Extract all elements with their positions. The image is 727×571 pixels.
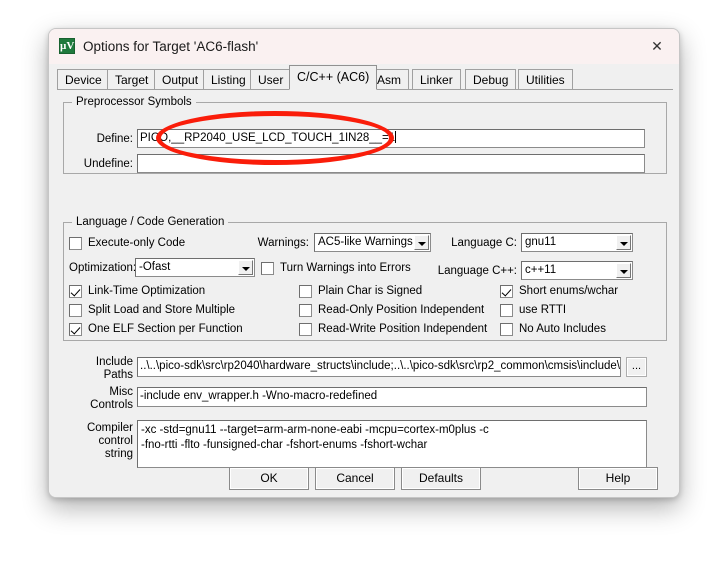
language-cpp-value: c++11 <box>525 264 557 276</box>
tab-listing[interactable]: Listing <box>203 69 254 89</box>
tab-user[interactable]: User <box>250 69 292 89</box>
undefine-label: Undefine: <box>83 158 133 170</box>
link-time-optimization-checkbox-box <box>69 285 82 298</box>
dialog-title: Options for Target 'AC6-flash' <box>83 39 259 54</box>
screen: µV Options for Target 'AC6-flash' ✕ Devi… <box>0 0 727 571</box>
tab-c-cpp-ac6[interactable]: C/C++ (AC6) <box>289 65 378 90</box>
use-rtti-checkbox-box <box>500 304 513 317</box>
short-enums-wchar-label: Short enums/wchar <box>519 285 619 297</box>
one-elf-section-label: One ELF Section per Function <box>88 323 243 335</box>
include-paths-input[interactable]: ..\..\pico-sdk\src\rp2040\hardware_struc… <box>137 357 621 377</box>
language-c-value: gnu11 <box>525 236 557 248</box>
language-cpp-label: Language C++: <box>437 265 517 277</box>
no-auto-includes-checkbox-box <box>500 323 513 336</box>
compiler-control-label-line1: Compiler <box>86 422 133 434</box>
read-only-position-independent-label: Read-Only Position Independent <box>318 304 485 316</box>
turn-warnings-into-errors-checkbox-box <box>261 262 274 275</box>
define-input[interactable]: PICO,__RP2040_USE_LCD_TOUCH_1IN28__=1 <box>137 129 645 148</box>
uvision-icon-glyph: µV <box>60 40 75 52</box>
turn-warnings-into-errors-label: Turn Warnings into Errors <box>280 262 411 274</box>
misc-controls-input[interactable]: -include env_wrapper.h -Wno-macro-redefi… <box>137 387 647 407</box>
cancel-button[interactable]: Cancel <box>315 467 395 490</box>
text-caret <box>395 131 397 143</box>
tab-debug[interactable]: Debug <box>465 69 517 89</box>
optimization-label: Optimization: <box>69 262 137 274</box>
plain-char-is-signed-label: Plain Char is Signed <box>318 285 423 297</box>
help-button[interactable]: Help <box>578 467 658 490</box>
misc-controls-label-line1: Misc <box>109 386 133 398</box>
compiler-control-string-input[interactable]: -xc -std=gnu11 --target=arm-arm-none-eab… <box>137 420 647 468</box>
tab-utilities[interactable]: Utilities <box>518 69 573 89</box>
preprocessor-group-title: Preprocessor Symbols <box>72 96 196 108</box>
tab-target[interactable]: Target <box>107 69 157 89</box>
language-c-combo[interactable]: gnu11 <box>521 233 633 252</box>
optimization-combo[interactable]: -Ofast <box>135 258 255 277</box>
chevron-down-icon[interactable] <box>414 235 429 250</box>
options-dialog: µV Options for Target 'AC6-flash' ✕ Devi… <box>48 28 680 498</box>
misc-controls-label-line2: Controls <box>90 399 133 411</box>
include-paths-label-line2: Paths <box>103 369 133 381</box>
uvision-icon: µV <box>59 38 75 54</box>
chevron-down-icon[interactable] <box>616 235 631 250</box>
short-enums-wchar-checkbox-box <box>500 285 513 298</box>
use-rtti-label: use RTTI <box>519 304 567 316</box>
dialog-body: Preprocessor Symbols Define: PICO,__RP20… <box>49 90 679 497</box>
warnings-label: Warnings: <box>257 237 309 249</box>
include-paths-browse-button[interactable]: ... <box>626 357 647 377</box>
define-label: Define: <box>96 133 133 145</box>
warnings-value: AC5-like Warnings <box>318 236 413 248</box>
language-group-title: Language / Code Generation <box>72 216 229 228</box>
include-paths-label-line1: Include <box>95 356 133 368</box>
read-write-position-independent-checkbox-box <box>299 323 312 336</box>
chevron-down-icon[interactable] <box>616 263 631 278</box>
read-write-position-independent-label: Read-Write Position Independent <box>318 323 488 335</box>
link-time-optimization-label: Link-Time Optimization <box>88 285 206 297</box>
optimization-value: -Ofast <box>139 261 171 273</box>
chevron-down-icon[interactable] <box>238 260 253 275</box>
language-c-label: Language C: <box>451 237 517 249</box>
no-auto-includes-label: No Auto Includes <box>519 323 606 335</box>
language-cpp-combo[interactable]: c++11 <box>521 261 633 280</box>
tab-device[interactable]: Device <box>57 69 110 89</box>
warnings-combo[interactable]: AC5-like Warnings <box>314 233 431 252</box>
one-elf-section-checkbox-box <box>69 323 82 336</box>
ok-button[interactable]: OK <box>229 467 309 490</box>
read-only-position-independent-checkbox-box <box>299 304 312 317</box>
plain-char-is-signed-checkbox-box <box>299 285 312 298</box>
define-input-value: PICO,__RP2040_USE_LCD_TOUCH_1IN28__=1 <box>140 132 396 144</box>
undefine-input[interactable] <box>137 154 645 173</box>
compiler-control-label-line3: string <box>104 448 133 460</box>
execute-only-code-label: Execute-only Code <box>88 237 186 249</box>
split-load-store-checkbox-box <box>69 304 82 317</box>
compiler-control-label-line2: control <box>98 435 133 447</box>
dialog-titlebar: µV Options for Target 'AC6-flash' ✕ <box>49 29 679 64</box>
close-icon[interactable]: ✕ <box>635 29 679 63</box>
tab-linker[interactable]: Linker <box>412 69 461 89</box>
tab-strip: Device Target Output Listing User C/C++ … <box>49 64 679 90</box>
execute-only-code-checkbox-box <box>69 237 82 250</box>
defaults-button[interactable]: Defaults <box>401 467 481 490</box>
split-load-store-label: Split Load and Store Multiple <box>88 304 236 316</box>
tab-output[interactable]: Output <box>154 69 207 89</box>
